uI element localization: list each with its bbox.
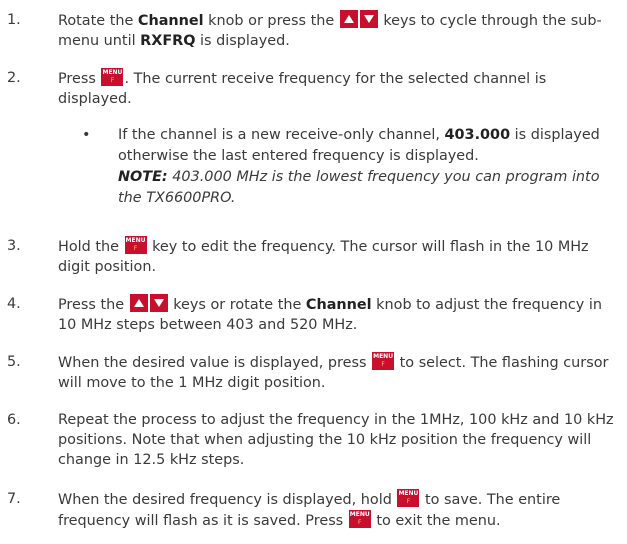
step-number: 6. (7, 412, 21, 428)
step-number: 5. (7, 354, 21, 370)
step-number: 1. (7, 12, 21, 28)
menu-key-icon: MENU F (348, 510, 371, 528)
menu-key-icon: MENU F (397, 489, 420, 507)
note: NOTE: 403.000 MHz is the lowest frequenc… (118, 169, 600, 206)
step-number: 3. (7, 238, 21, 254)
rxfrq-label: RXFRQ (140, 33, 196, 49)
menu-key-icon: MENU F (124, 236, 147, 254)
up-arrow-key-icon (129, 294, 148, 312)
channel-knob-label: Channel (305, 297, 372, 313)
step-number: 4. (7, 296, 21, 312)
bullet-text: If the channel is a new receive-only cha… (118, 127, 600, 206)
down-arrow-key-icon (149, 294, 168, 312)
channel-knob-label: Channel (137, 13, 204, 29)
step-text: Press MENU F. The current receive frequen… (58, 68, 547, 107)
step-text: Rotate the Channel knob or press the key… (58, 10, 624, 51)
menu-key-icon: MENU F (101, 68, 124, 86)
step-text: When the desired frequency is displayed,… (58, 489, 561, 529)
bullet-icon: • (82, 127, 91, 143)
menu-key-icon: MENU F (372, 352, 395, 370)
step-number: 2. (7, 70, 21, 86)
step-number: 7. (7, 491, 21, 507)
step-text: Repeat the process to adjust the frequen… (58, 412, 614, 468)
down-arrow-key-icon (359, 10, 378, 28)
default-frequency: 403.000 (444, 127, 511, 143)
step-text: Press the keys or rotate the Channel kno… (58, 294, 624, 335)
step-text: Hold the MENU F key to edit the frequency… (58, 236, 589, 275)
up-arrow-key-icon (339, 10, 358, 28)
step-text: When the desired value is displayed, pre… (58, 352, 609, 391)
